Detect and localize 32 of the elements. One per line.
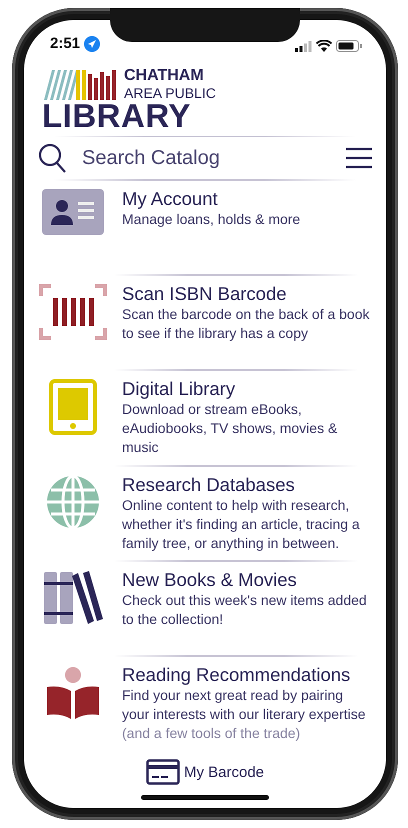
tablet-icon: [49, 379, 97, 436]
globe-icon: [46, 475, 100, 530]
menu-item-title[interactable]: Scan ISBN Barcode: [122, 282, 372, 306]
menu-item-title[interactable]: Research Databases: [122, 473, 372, 496]
barcode-icon: [39, 284, 107, 340]
wifi-icon: [316, 40, 332, 52]
search-field[interactable]: Search Catalog: [80, 146, 332, 171]
menu-item-title[interactable]: Reading Recommendations: [122, 663, 372, 686]
logo-text: CHATHAM: [124, 68, 205, 84]
reading-person-icon: [45, 665, 101, 722]
faded-description-line: (and a few tools of the trade): [122, 724, 302, 744]
menu-item-title[interactable]: New Books & Movies: [122, 568, 372, 592]
menu-item-description: Scan the barcode on the back of a book to see if the library has a copy: [122, 305, 371, 344]
logo-text: AREA PUBLIC: [124, 86, 216, 100]
books-icon: [42, 570, 104, 626]
menu-item-description: Download or stream eBooks, eAudiobooks, TV shows, movies & music: [122, 400, 338, 458]
menu-item-description: Online content to help with research, whether it's finding an article, tracing a family tree, or anything in between.: [122, 496, 361, 554]
menu-item-description: Check out this week's new items added to the collection!: [122, 591, 368, 630]
search-icon: [38, 143, 66, 174]
signal-icon: [295, 40, 312, 52]
menu-item-description: Find your next great read by pairing your interests with our literary expertise: [122, 686, 367, 724]
status-time: 2:51: [50, 35, 80, 52]
id-card-icon: [42, 189, 104, 236]
menu-item-description: Manage loans, holds & more: [122, 210, 302, 230]
menu-item-title[interactable]: Digital Library: [122, 377, 372, 400]
logo-title: LIBRARY: [42, 100, 191, 132]
battery-icon: [336, 40, 362, 52]
my-barcode-button[interactable]: My Barcode: [146, 759, 264, 786]
menu-item-title[interactable]: My Account: [122, 187, 372, 210]
location-icon: [84, 36, 100, 52]
menu-icon[interactable]: [346, 147, 372, 170]
card-icon: [146, 759, 180, 786]
